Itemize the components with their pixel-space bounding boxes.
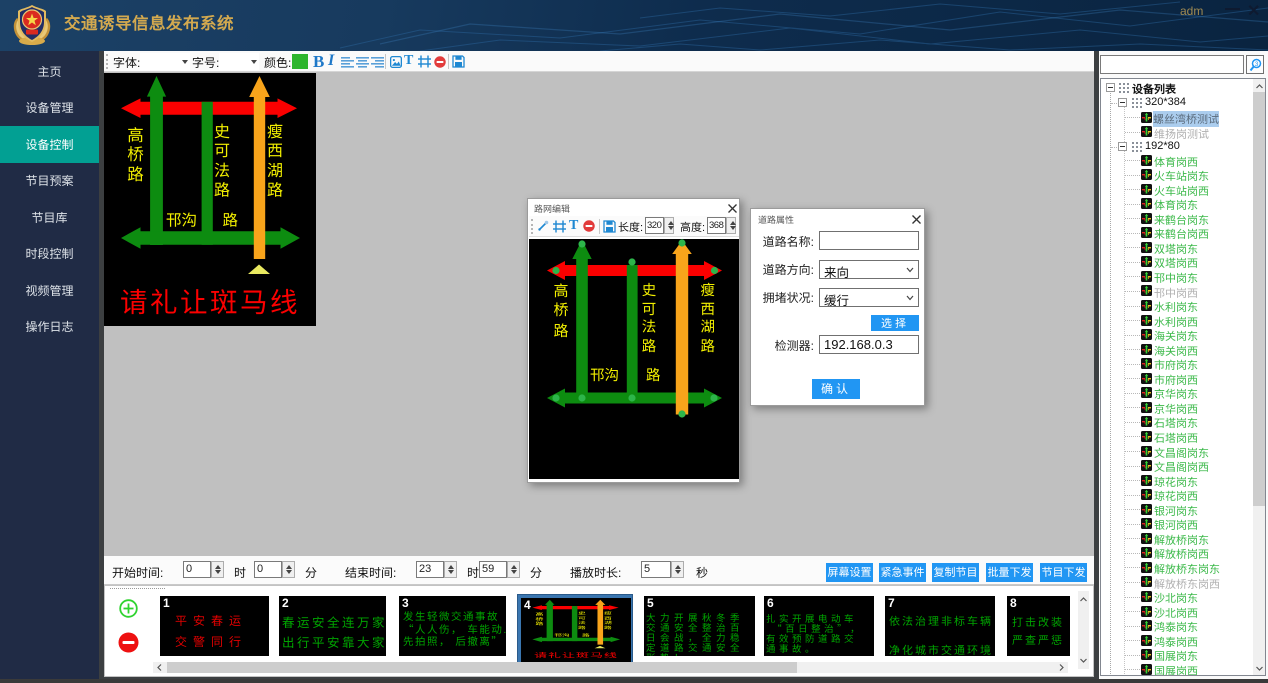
svg-text:瘦: 瘦 xyxy=(700,279,715,300)
svg-text:路: 路 xyxy=(646,364,661,385)
svg-text:桥: 桥 xyxy=(553,299,568,320)
svg-text:路: 路 xyxy=(214,177,230,201)
svg-text:史: 史 xyxy=(642,279,657,300)
svg-text:法: 法 xyxy=(642,316,657,337)
svg-text:高: 高 xyxy=(553,280,568,301)
svg-text:路: 路 xyxy=(223,209,239,231)
svg-text:路: 路 xyxy=(267,177,283,201)
svg-text:路: 路 xyxy=(604,625,613,631)
svg-text:湖: 湖 xyxy=(700,316,715,337)
svg-text:路: 路 xyxy=(700,335,715,356)
svg-text:邗沟: 邗沟 xyxy=(590,364,619,385)
svg-text:请礼让斑马线: 请礼让斑马线 xyxy=(120,280,300,320)
svg-text:邗沟: 邗沟 xyxy=(554,632,569,638)
svg-text:路: 路 xyxy=(535,621,544,627)
svg-text:路: 路 xyxy=(578,625,587,631)
svg-text:路: 路 xyxy=(642,335,657,356)
svg-text:路: 路 xyxy=(127,161,144,185)
svg-text:请礼让斑马线: 请礼让斑马线 xyxy=(534,650,618,659)
svg-text:3: 3 xyxy=(1255,61,1259,68)
svg-text:路: 路 xyxy=(582,632,590,638)
svg-text:路: 路 xyxy=(553,320,568,341)
svg-text:邗沟: 邗沟 xyxy=(166,209,197,231)
